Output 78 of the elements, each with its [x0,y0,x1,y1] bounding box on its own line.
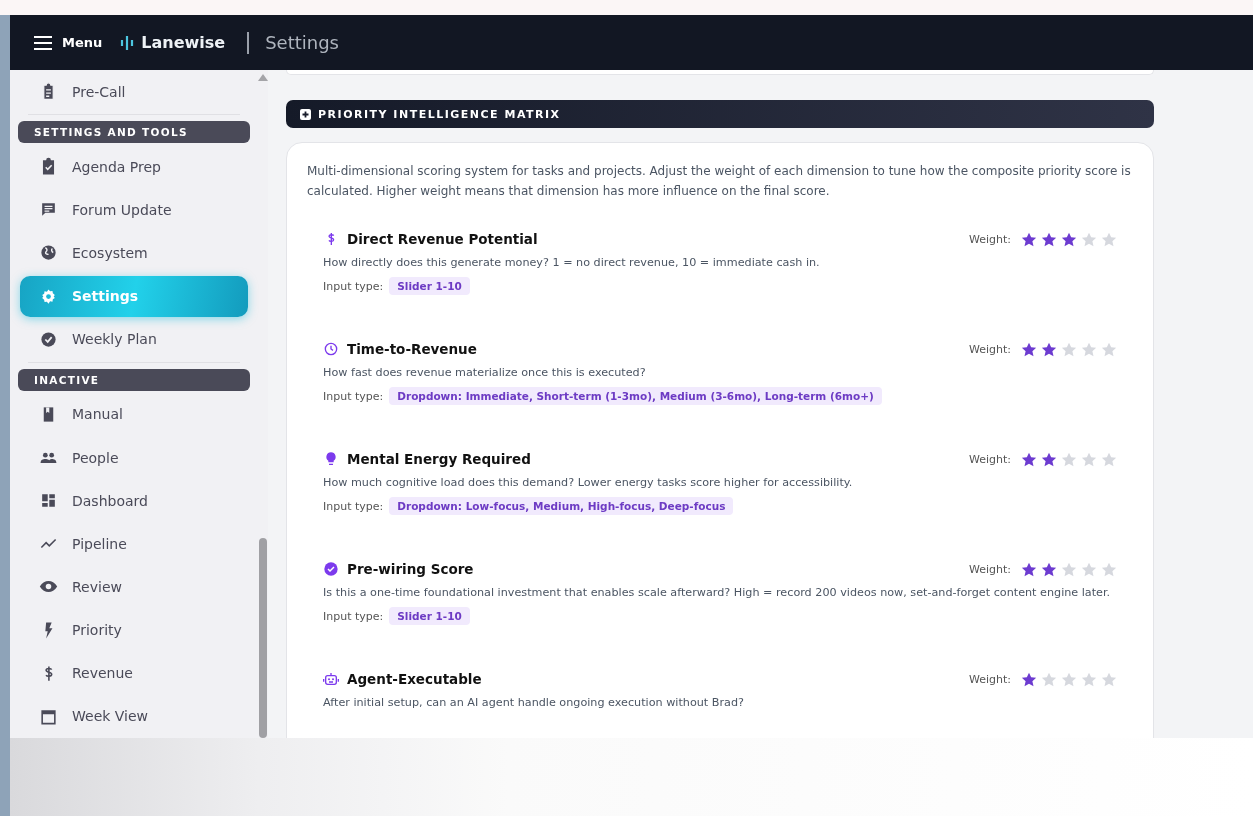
empty-star-icon[interactable] [1101,671,1117,687]
dimension-description: How fast does revenue materialize once this is executed? [323,366,647,379]
sidebar-item[interactable]: Review [20,566,248,608]
plus-square-icon [300,108,311,120]
empty-star-icon[interactable] [1041,671,1057,687]
sidebar-item[interactable]: People [20,436,248,479]
sidebar-item[interactable]: Week View [20,695,248,737]
weight-label: Weight: [968,452,1011,466]
description-text: Multi-dimensional scoring system for tasks and projects. Adjust the weight of each dimension to tune how the composite priority score is calculated. Higher weight means that dimension has more influence on the final score. [307,163,1132,200]
empty-star-icon[interactable] [1101,451,1117,467]
input-type-label: Input type: [323,279,384,293]
empty-star-icon[interactable] [1081,671,1097,687]
dimension-title: Pre-wiring Score [347,561,474,577]
dimension-description: After initial setup, can an AI agent handle ongoing execution without Brad? [323,696,745,709]
filled-star-icon[interactable] [1021,341,1037,357]
weight-label: Weight: [968,672,1011,686]
clock-icon [323,341,339,357]
input-type-label: Input type: [323,389,384,403]
sidebar-item[interactable]: Dashboard [20,480,248,522]
input-type-label: Input type: [323,609,384,623]
check-circle-icon [323,561,339,577]
input-type-label: Input type: [323,499,384,513]
sidebar-item[interactable]: Forum Update [20,189,248,231]
sidebar-item[interactable]: Priority [20,609,248,651]
section-header: SETTINGS AND TOOLS [18,121,250,144]
filled-star-icon[interactable] [1061,231,1077,247]
scroll-up-arrow[interactable] [258,74,268,81]
scrollbar-thumb[interactable] [259,538,267,738]
weight-label: Weight: [968,232,1011,246]
empty-star-icon[interactable] [1081,231,1097,247]
filled-star-icon[interactable] [1021,451,1037,467]
sound-wave-icon [120,34,135,51]
empty-star-icon[interactable] [1081,451,1097,467]
empty-star-icon[interactable] [1101,231,1117,247]
empty-star-icon[interactable] [1081,341,1097,357]
empty-star-icon[interactable] [1061,341,1077,357]
dimension-description: How much cognitive load does this demand? Lower energy tasks score higher for accessibility. [323,476,854,489]
input-type-tag: Dropdown: Low-focus, Medium, High-focus, Deep-focus [389,497,734,515]
filled-star-icon[interactable] [1041,451,1057,467]
section-header: INACTIVE [18,368,250,391]
dimension-title: Mental Energy Required [347,451,531,467]
dimension-title: Direct Revenue Potential [347,231,538,247]
dimension-description: How directly does this generate money? 1 = no direct revenue, 10 = immediate cash in. [323,256,821,269]
empty-star-icon[interactable] [1061,561,1077,577]
sidebar-item[interactable]: Manual [20,393,248,435]
check-circle-icon [39,329,58,349]
filled-star-icon[interactable] [1041,341,1057,357]
filled-star-icon[interactable] [1041,561,1057,577]
input-type-tag: Slider 1-10 [389,607,470,625]
input-type-tag: Dropdown: Immediate, Short-term (1-3mo), Medium (3-6mo), Long-term (6mo+) [389,387,882,405]
empty-star-icon[interactable] [1081,561,1097,577]
filled-star-icon[interactable] [1021,561,1037,577]
sidebar-item[interactable]: Weekly Plan [20,318,248,360]
dimension-title: Agent-Executable [347,671,482,687]
weight-label: Weight: [968,562,1011,576]
sidebar-item[interactable]: Revenue [20,652,248,694]
filled-star-icon[interactable] [1041,231,1057,247]
filled-star-icon[interactable] [1021,671,1037,687]
empty-star-icon[interactable] [1061,671,1077,687]
dimension-description: Is this a one-time foundational investment that enables scale afterward? High = record 200 videos now, set-and-forget content engine later. [323,586,1112,599]
weight-label: Weight: [968,342,1011,356]
robot-icon [323,671,339,687]
input-type-tag: Slider 1-10 [389,277,470,295]
dimension-title: Time-to-Revenue [347,341,477,357]
empty-star-icon[interactable] [1061,451,1077,467]
empty-star-icon[interactable] [1101,561,1117,577]
lightbulb-icon [323,451,339,467]
sidebar-item[interactable]: Agenda Prep [20,146,248,188]
sidebar-item[interactable]: Ecosystem [20,232,248,274]
menu-button[interactable]: Menu [34,35,103,50]
sidebar-item[interactable]: Pipeline [20,523,248,565]
empty-star-icon[interactable] [1101,341,1117,357]
section-header-bar[interactable]: PRIORITY INTELLIGENCE MATRIX [286,100,1154,128]
sidebar-item[interactable]: Pre-Call [20,71,248,113]
page-title: Settings [265,32,339,53]
filled-star-icon[interactable] [1021,231,1037,247]
menu-icon [34,35,52,50]
brand-name: Lanewise [141,33,226,52]
